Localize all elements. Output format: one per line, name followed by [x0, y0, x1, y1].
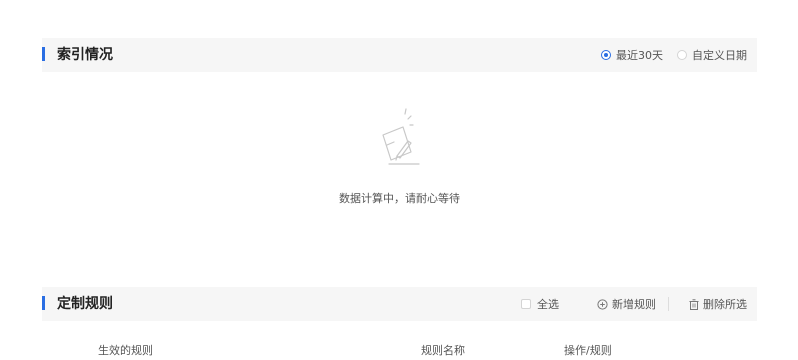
section-accent-bar: [42, 47, 45, 61]
delete-selected-button[interactable]: 删除所选: [689, 296, 747, 312]
index-section-title: 索引情况: [57, 47, 113, 63]
add-rule-button[interactable]: 新增规则: [597, 296, 656, 312]
range-option-custom-date[interactable]: 自定义日期: [677, 47, 747, 63]
select-all-checkbox[interactable]: 全选: [521, 296, 559, 312]
radio-checked-icon[interactable]: [601, 50, 611, 60]
toolbar-divider: [668, 297, 669, 311]
select-all-label: 全选: [537, 298, 559, 311]
rules-section-title: 定制规则: [57, 296, 113, 312]
date-range-selector: 最近30天 自定义日期: [587, 38, 747, 72]
checkbox-box[interactable]: [521, 299, 531, 309]
trash-icon: [689, 298, 699, 310]
delete-selected-label: 删除所选: [703, 298, 747, 311]
range-option-label: 最近30天: [616, 49, 663, 62]
plus-circle-icon: [597, 298, 608, 310]
index-empty-state: 数据计算中，请耐心等待: [42, 100, 757, 206]
rules-section-header: 定制规则 全选 新增规则 删除所选: [42, 287, 757, 321]
column-header: 规则名称: [421, 344, 465, 357]
rules-toolbar: 全选 新增规则 删除所选: [521, 287, 747, 321]
empty-state-message: 数据计算中，请耐心等待: [339, 192, 460, 205]
empty-notebook-icon: [381, 108, 420, 165]
column-header: 操作/规则: [564, 344, 612, 357]
radio-unchecked-icon[interactable]: [677, 50, 687, 60]
rules-table-header: 生效的规则 规则名称 操作/规则: [42, 340, 757, 360]
section-accent-bar: [42, 296, 45, 310]
index-section-header: 索引情况 最近30天 自定义日期: [42, 38, 757, 72]
range-option-last-30-days[interactable]: 最近30天: [601, 47, 663, 63]
column-header: 生效的规则: [98, 344, 153, 357]
add-rule-label: 新增规则: [612, 298, 656, 311]
range-option-label: 自定义日期: [692, 49, 747, 62]
